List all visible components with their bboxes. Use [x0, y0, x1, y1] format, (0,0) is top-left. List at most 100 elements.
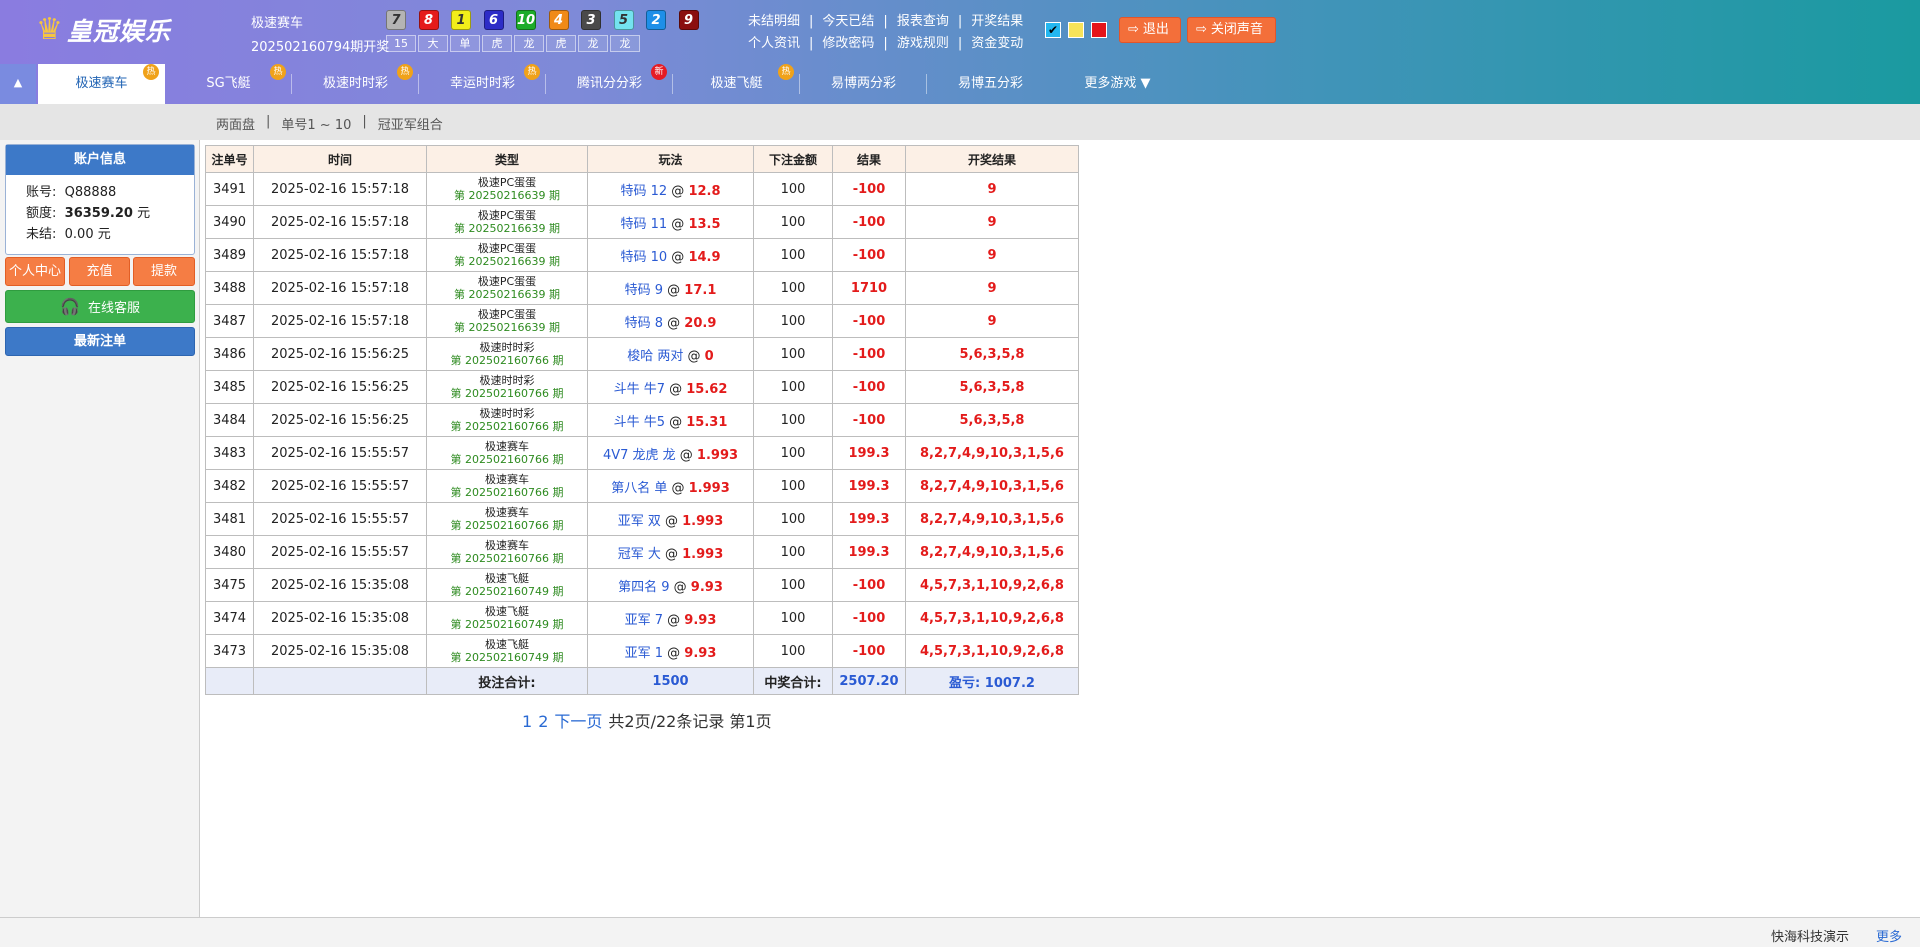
mute-sound-button[interactable]: ⇨ 关闭声音	[1187, 17, 1276, 43]
link-personal-info[interactable]: 个人资讯	[748, 34, 800, 56]
page-info: 共2页/22条记录 第1页	[608, 712, 772, 731]
tab-game[interactable]: 极速时时彩热	[292, 64, 419, 104]
bet-issue: 第 20250216639 期	[454, 288, 560, 301]
skin-yellow[interactable]	[1068, 22, 1084, 38]
bet-id: 3486	[205, 337, 254, 371]
draw-ball: 5	[613, 10, 634, 30]
bet-time: 2025-02-16 15:57:18	[253, 238, 427, 272]
bet-issue: 第 20250216639 期	[454, 189, 560, 202]
bet-type: 极速PC蛋蛋第 20250216639 期	[426, 238, 588, 272]
link-draw-results[interactable]: 开奖结果	[971, 12, 1023, 34]
hot-badge: 热	[778, 64, 794, 80]
bet-issue: 第 202502160766 期	[450, 453, 564, 466]
recharge-button[interactable]: 充值	[69, 257, 130, 286]
bet-issue: 第 202502160749 期	[450, 618, 564, 631]
bet-id: 3475	[205, 568, 254, 602]
bet-odds: 9.93	[684, 612, 717, 628]
tab-game[interactable]: 更多游戏 ▼	[1054, 64, 1181, 104]
link-change-password[interactable]: 修改密码	[822, 34, 874, 56]
unsettled-row: 未结: 0.00 元	[26, 227, 111, 242]
draw-sum-tag: 15	[386, 35, 416, 52]
withdraw-button[interactable]: 提款	[133, 257, 195, 286]
draw-result: 4,5,7,3,1,10,9,2,6,8	[905, 634, 1079, 668]
link-today-settled[interactable]: 今天已结	[822, 12, 874, 34]
lottery-name: 极速赛车	[251, 16, 304, 31]
bet-amount: 100	[753, 370, 833, 404]
tab-game[interactable]: 极速赛车热	[38, 64, 165, 104]
credit-row: 额度: 36359.20 元	[26, 206, 151, 221]
bet-time: 2025-02-16 15:57:18	[253, 271, 427, 305]
bet-id: 3490	[205, 205, 254, 239]
crown-icon: ♛	[36, 12, 63, 47]
table-row: 3482 2025-02-16 15:55:57 极速赛车第 20250216076…	[205, 469, 1079, 503]
bet-issue: 第 202502160766 期	[450, 552, 564, 565]
link-unsettled-detail[interactable]: 未结明细	[748, 12, 800, 34]
bet-result: -100	[832, 205, 906, 239]
bet-amount: 100	[753, 271, 833, 305]
bet-type: 极速时时彩第 202502160766 期	[426, 370, 588, 404]
bet-type: 极速PC蛋蛋第 20250216639 期	[426, 304, 588, 338]
tab-label: 幸运时时彩	[449, 76, 515, 91]
page-1-link[interactable]: 1	[522, 712, 532, 731]
bet-odds: 9.93	[684, 645, 717, 661]
bet-amount: 100	[753, 568, 833, 602]
draw-result: 8,2,7,4,9,10,3,1,5,6	[905, 502, 1079, 536]
bet-amount: 100	[753, 403, 833, 437]
tab-game[interactable]: 易博五分彩	[927, 64, 1054, 104]
ticker-text: 快海科技演示	[1771, 930, 1850, 945]
tab-game[interactable]: 易博两分彩	[800, 64, 927, 104]
draw-result: 5,6,3,5,8	[905, 403, 1079, 437]
skin-cyan-selected[interactable]: ✔	[1045, 22, 1061, 38]
page-2-link[interactable]: 2	[538, 712, 548, 731]
tab-game[interactable]: 幸运时时彩热	[419, 64, 546, 104]
draw-result: 4,5,7,3,1,10,9,2,6,8	[905, 568, 1079, 602]
draw-result: 9	[905, 271, 1079, 305]
draw-ball: 1	[451, 10, 471, 30]
logout-button[interactable]: ⇨ 退出	[1119, 17, 1181, 43]
bet-result: 199.3	[832, 535, 906, 569]
subnav-two-sides[interactable]: 两面盘	[216, 114, 255, 133]
recent-bets-button[interactable]: 最新注单	[5, 327, 195, 356]
draw-ball: 3	[581, 10, 601, 30]
draw-sum-tag: 虎	[482, 35, 512, 52]
bet-amount: 100	[753, 172, 833, 206]
skin-red[interactable]	[1091, 22, 1107, 38]
bet-play: 斗牛 牛7 @ 15.62	[587, 370, 754, 404]
bet-play: 斗牛 牛5 @ 15.31	[587, 403, 754, 437]
more-link[interactable]: 更多	[1876, 926, 1902, 945]
draw-result: 9	[905, 238, 1079, 272]
bet-issue: 第 20250216639 期	[454, 222, 560, 235]
tab-label: 腾讯分分彩	[576, 76, 642, 91]
online-service-button[interactable]: 🎧 在线客服	[5, 290, 195, 323]
bet-odds: 9.93	[690, 579, 723, 595]
logout-icon: ⇨	[1128, 22, 1139, 37]
bet-issue: 第 202502160766 期	[450, 387, 564, 400]
lottery-issue: 202502160794期开奖	[251, 40, 390, 55]
bet-type: 极速飞艇第 202502160749 期	[426, 601, 588, 635]
bet-odds: 1.993	[682, 513, 724, 529]
subnav-single-number[interactable]: 单号1 ~ 10	[281, 114, 351, 133]
draw-ball: 2	[646, 10, 666, 30]
bet-type: 极速时时彩第 202502160766 期	[426, 403, 588, 437]
next-page-link[interactable]: 下一页	[554, 712, 602, 731]
link-fund-changes[interactable]: 资金变动	[971, 34, 1023, 56]
bet-id: 3481	[205, 502, 254, 536]
link-report-query[interactable]: 报表查询	[897, 12, 949, 34]
tab-game[interactable]: 极速飞艇热	[673, 64, 800, 104]
bet-time: 2025-02-16 15:56:25	[253, 337, 427, 371]
tab-game[interactable]: 腾讯分分彩新	[546, 64, 673, 104]
bet-play: 特码 8 @ 20.9	[587, 304, 754, 338]
bet-type: 极速时时彩第 202502160766 期	[426, 337, 588, 371]
link-game-rules[interactable]: 游戏规则	[897, 34, 949, 56]
bet-odds: 15.62	[686, 381, 728, 397]
tab-game[interactable]: SG飞艇 热	[165, 64, 292, 104]
subnav-champion-combo[interactable]: 冠亚军组合	[378, 114, 443, 133]
personal-center-button[interactable]: 个人中心	[5, 257, 65, 286]
bet-play: 梭哈 两对 @ 0	[587, 337, 754, 371]
draw-ball: 6	[483, 10, 504, 30]
headset-icon: 🎧	[60, 297, 80, 316]
collapse-up-icon[interactable]: ▲	[0, 64, 36, 104]
bet-time: 2025-02-16 15:35:08	[253, 601, 427, 635]
col-header: 类型	[426, 145, 588, 173]
logo[interactable]: ♛ 皇冠娱乐	[36, 12, 171, 48]
